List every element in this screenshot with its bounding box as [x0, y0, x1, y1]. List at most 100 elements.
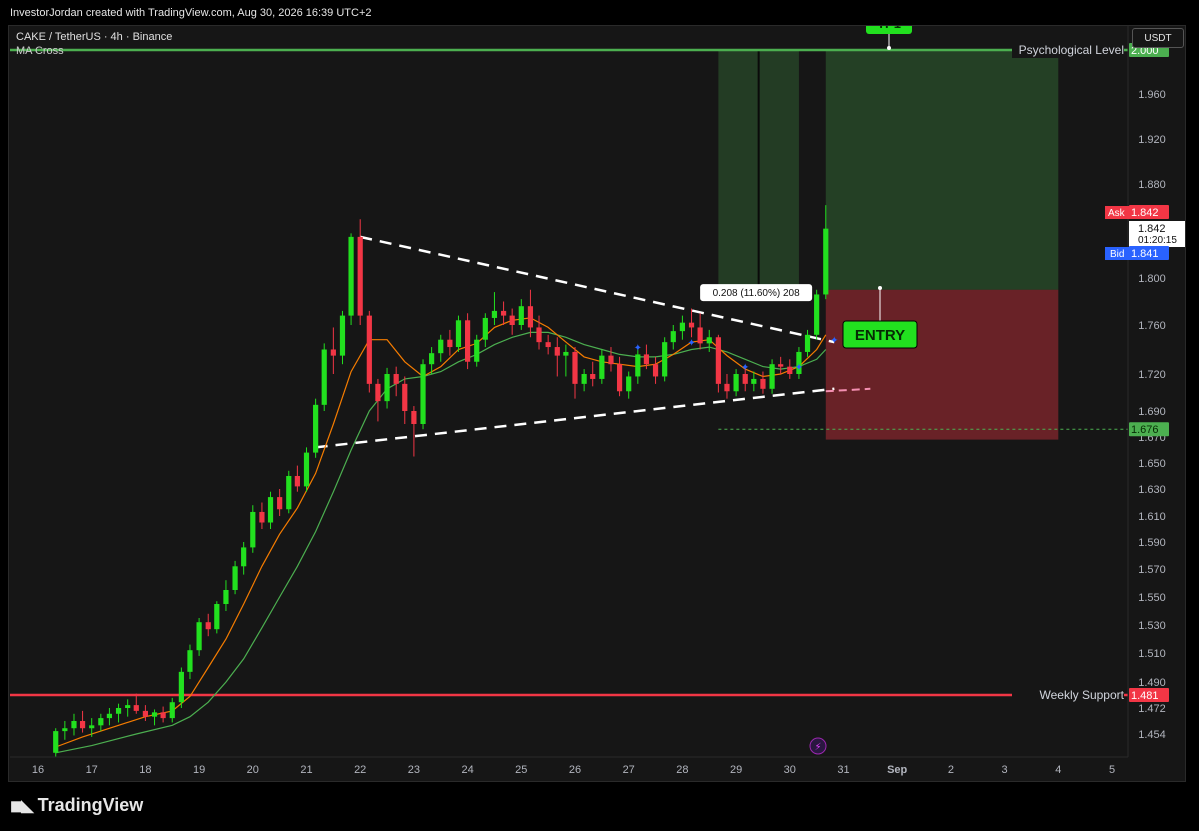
- candle-body: [339, 315, 346, 356]
- candle: [142, 705, 148, 721]
- bid-tag-label: Bid: [1110, 249, 1124, 260]
- candle-body: [438, 339, 444, 354]
- candle-body: [545, 342, 551, 348]
- y-tick-label: 1.800: [1138, 273, 1166, 285]
- y-tick-label: 1.880: [1138, 179, 1166, 191]
- currency-selector[interactable]: USDT: [1132, 28, 1184, 48]
- chart-canvas[interactable]: ✦ ✦ ✦ ✦ ✦ 0.208 (11.60%) 208 ENTRY TP1 Psycholog…: [0, 0, 1199, 831]
- candle-body: [635, 354, 641, 377]
- candle: [133, 693, 139, 714]
- candle-body: [133, 705, 139, 711]
- y-tick-label: 1.630: [1138, 484, 1166, 496]
- candle: [724, 374, 730, 399]
- y-tick-label: 1.490: [1138, 677, 1166, 689]
- candle: [259, 502, 265, 529]
- candle-body: [572, 351, 578, 384]
- candle-body: [643, 354, 650, 365]
- candle: [554, 337, 560, 377]
- candle-body: [259, 511, 265, 523]
- candle: [715, 334, 721, 393]
- ma-cross-marker: ✦: [687, 338, 695, 349]
- entry-badge-text: ENTRY: [855, 327, 905, 344]
- entry-anchor-dot: [878, 286, 882, 290]
- ma-slow-line: [55, 331, 827, 754]
- ask-tag: Ask: [1105, 206, 1130, 219]
- candle-body: [482, 317, 488, 340]
- candle: [590, 361, 596, 387]
- bid-price-tag-text: 1.841: [1131, 248, 1159, 260]
- candle: [375, 378, 381, 422]
- symbol-title[interactable]: CAKE / TetherUS · 4h · Binance: [16, 31, 172, 43]
- candle: [330, 327, 336, 374]
- candle-body: [608, 355, 614, 365]
- tp-badge-text: TP1: [877, 16, 901, 31]
- candle: [205, 613, 211, 637]
- candle: [814, 289, 820, 340]
- level-price-tag-1-text: 1.481: [1131, 690, 1159, 702]
- candle: [518, 299, 524, 330]
- ma-cross-marker: ✦: [741, 363, 749, 374]
- plot-area: ✦ ✦ ✦ ✦ ✦ 0.208 (11.60%) 208 ENTRY TP1 Psycholog…: [10, 16, 1128, 757]
- y-tick-label: 1.760: [1138, 320, 1166, 332]
- candle: [626, 371, 632, 399]
- candle: [465, 313, 471, 370]
- candle: [357, 219, 363, 325]
- candle-body: [357, 236, 363, 316]
- candle-body: [330, 349, 336, 356]
- x-tick-label: 29: [730, 764, 742, 776]
- candle: [697, 313, 703, 350]
- x-tick-label: 31: [837, 764, 849, 776]
- candle: [778, 356, 784, 374]
- candle-body: [742, 374, 748, 384]
- candle-body: [79, 721, 86, 729]
- y-tick-label: 1.454: [1138, 729, 1166, 741]
- candle-body: [536, 327, 542, 343]
- level-price-tag-2: 1.676: [1129, 422, 1169, 437]
- y-tick-label: 1.960: [1138, 89, 1166, 101]
- candle: [339, 310, 346, 365]
- countdown-text: 01:20:15: [1138, 235, 1177, 246]
- last-price-tag: 1.84201:20:15: [1129, 221, 1185, 247]
- x-tick-label: 26: [569, 764, 581, 776]
- y-tick-label: 1.650: [1138, 458, 1166, 470]
- candle-body: [787, 366, 793, 374]
- lightning-event-icon: ⚡: [809, 737, 827, 755]
- candle-body: [142, 710, 148, 717]
- candle: [527, 289, 534, 338]
- candle: [572, 347, 578, 399]
- candle-body: [53, 731, 59, 753]
- candle-body: [733, 374, 739, 392]
- x-tick-label: 5: [1109, 764, 1115, 776]
- candle-body: [554, 347, 560, 356]
- candle-body: [804, 334, 811, 352]
- candle-body: [402, 383, 408, 411]
- candle-body: [679, 322, 685, 332]
- candle-body: [814, 294, 820, 335]
- candle: [536, 315, 542, 350]
- position-target-zone: [825, 50, 1059, 290]
- candle: [706, 329, 712, 352]
- candle: [223, 580, 229, 611]
- x-tick-label: 17: [86, 764, 98, 776]
- candle-body: [411, 411, 417, 424]
- y-tick-label: 1.610: [1138, 511, 1166, 523]
- x-tick-label: 19: [193, 764, 205, 776]
- candle-body: [652, 364, 659, 377]
- candle-body: [160, 712, 166, 719]
- y-tick-label: 1.472: [1138, 703, 1166, 715]
- entry-badge: ENTRY: [842, 320, 918, 349]
- candle-body: [106, 713, 113, 719]
- candle-body: [384, 374, 390, 402]
- candle: [635, 349, 641, 384]
- position-stop-zone: [825, 289, 1059, 440]
- level-label-1: Weekly Support: [1040, 688, 1125, 702]
- candle-body: [527, 306, 534, 328]
- candle: [447, 329, 453, 356]
- lightning-icon: ⚡: [814, 742, 821, 753]
- tradingview-logo[interactable]: ◼◣ TradingView: [10, 795, 143, 816]
- candle: [241, 542, 247, 575]
- candle-body: [697, 327, 703, 344]
- x-tick-label: 21: [300, 764, 312, 776]
- candle: [393, 366, 399, 397]
- indicator-title[interactable]: MA Cross: [16, 45, 64, 57]
